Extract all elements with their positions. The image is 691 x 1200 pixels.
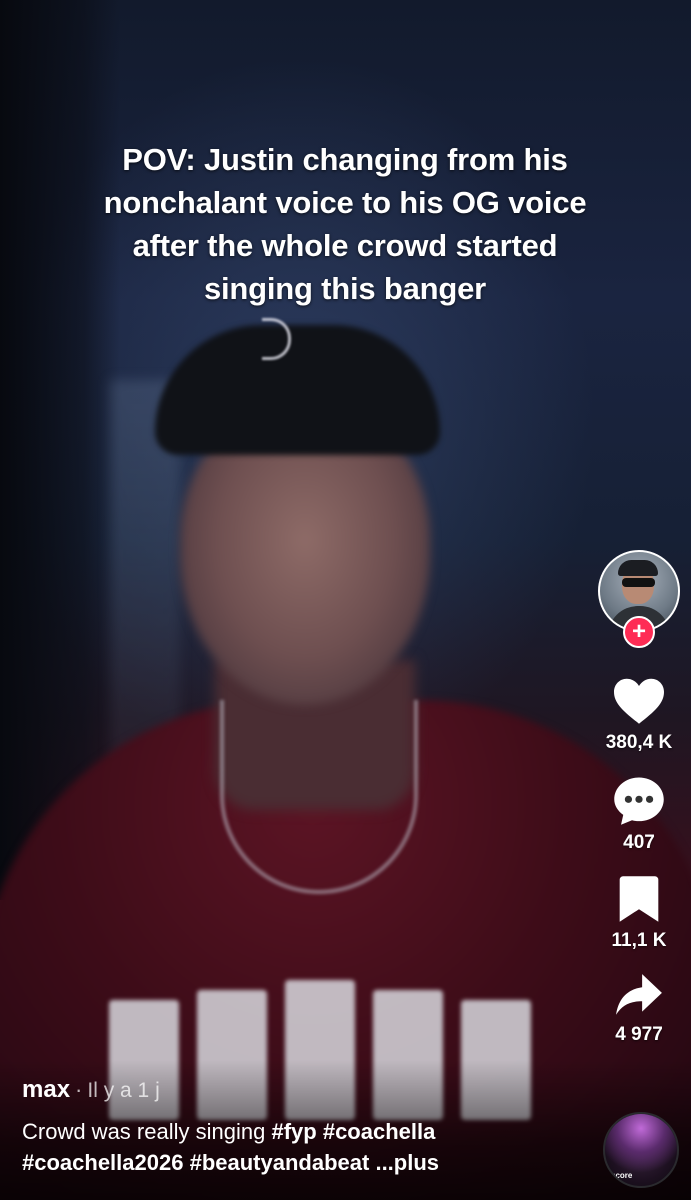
like-action[interactable]: 380,4 K — [605, 676, 673, 754]
creator-avatar-group: + — [598, 550, 680, 650]
sound-disc-label: score — [611, 1171, 633, 1180]
avatar-glasses — [622, 578, 655, 587]
more-link[interactable]: ...plus — [375, 1150, 439, 1175]
share-action[interactable]: 4 977 — [614, 972, 664, 1046]
comment-icon — [614, 777, 664, 825]
heart-icon — [613, 678, 664, 724]
share-count: 4 977 — [615, 1024, 663, 1045]
action-rail: + 380,4 K 407 11,1 K 4 977 — [594, 550, 684, 1046]
like-count: 380,4 K — [605, 732, 673, 753]
hashtag-link[interactable]: #beautyandabeat — [190, 1150, 370, 1175]
hashtag-link[interactable]: #fyp — [271, 1119, 316, 1144]
hashtag-link[interactable]: #coachella2026 — [22, 1150, 183, 1175]
save-count: 11,1 K — [611, 930, 667, 951]
sound-disc[interactable]: score — [603, 1112, 679, 1188]
comment-action[interactable]: 407 — [612, 774, 666, 854]
follow-button[interactable]: + — [623, 616, 655, 648]
separator-dot: · — [75, 1077, 83, 1102]
save-action[interactable]: 11,1 K — [611, 874, 667, 952]
share-icon — [616, 974, 662, 1015]
bookmark-icon — [619, 876, 659, 922]
post-time: Il y a 1 j — [87, 1079, 160, 1102]
avatar-cap — [618, 560, 658, 576]
video-person-cap — [155, 325, 440, 455]
author-line: max · Il y a 1 j — [22, 1076, 582, 1104]
hashtag-link[interactable]: #coachella — [323, 1119, 436, 1144]
video-overlay-text: POV: Justin changing from his nonchalant… — [103, 142, 587, 306]
description-text: Crowd was really singing — [22, 1119, 266, 1144]
author-username[interactable]: max — [22, 1076, 70, 1104]
post-description[interactable]: Crowd was really singing #fyp #coachella… — [22, 1116, 582, 1178]
post-meta: max · Il y a 1 j Crowd was really singin… — [22, 1076, 582, 1178]
video-person-chain — [220, 700, 418, 894]
comment-count: 407 — [623, 832, 655, 853]
